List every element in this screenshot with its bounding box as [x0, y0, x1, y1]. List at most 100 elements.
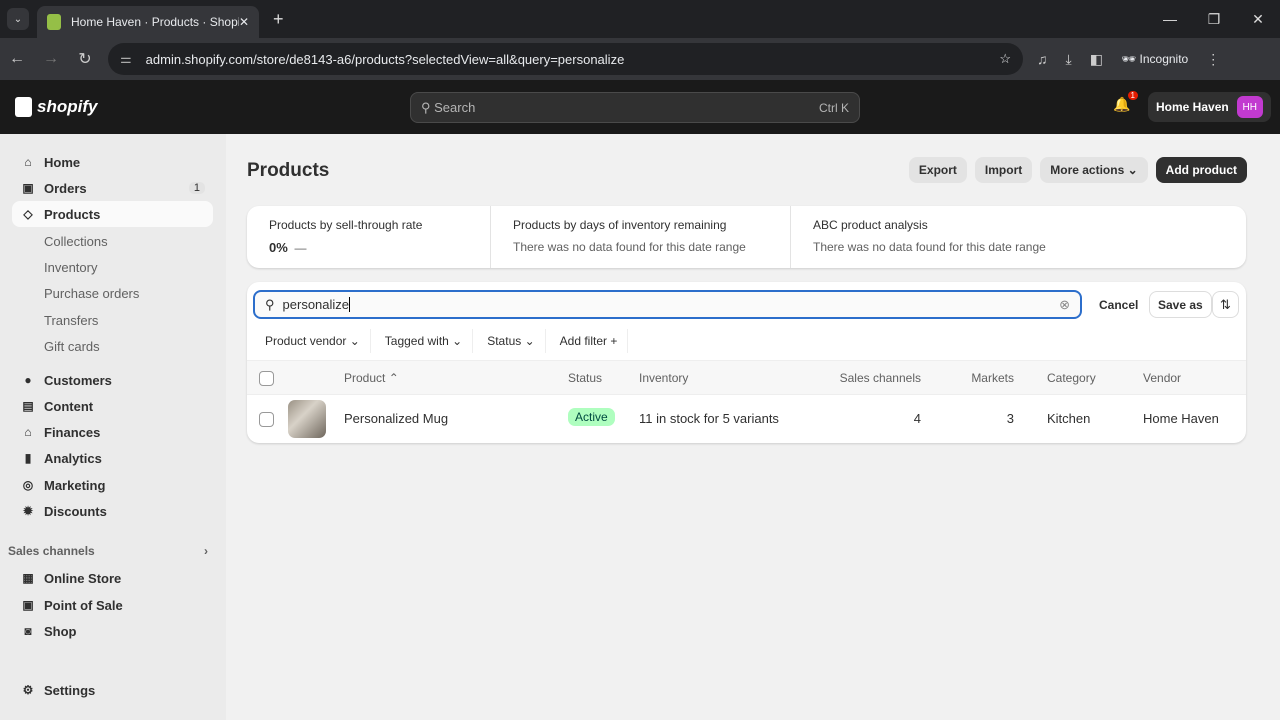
cancel-button[interactable]: Cancel: [1099, 298, 1138, 312]
page-title: Products: [247, 160, 330, 181]
filter-tagged-with[interactable]: Tagged with ⌄: [375, 329, 474, 353]
sidebar-item-marketing[interactable]: ◎ Marketing: [12, 472, 213, 498]
restore-button[interactable]: ❐: [1192, 0, 1236, 38]
close-tab-icon[interactable]: ✕: [239, 15, 249, 29]
metric-sell-through[interactable]: Products by sell-through rate 0% —: [247, 206, 490, 268]
bookmark-star-icon[interactable]: ☆: [999, 51, 1011, 67]
save-as-button[interactable]: Save as: [1149, 291, 1212, 318]
sidebar-item-discounts[interactable]: ✹ Discounts: [12, 498, 213, 524]
product-name-link[interactable]: Personalized Mug: [344, 411, 448, 426]
column-label: Product: [344, 371, 386, 385]
sidebar-label: Products: [44, 206, 101, 222]
incognito-indicator[interactable]: 🕶 Incognito: [1121, 52, 1188, 66]
sidebar-item-online-store[interactable]: ▦ Online Store: [12, 565, 213, 591]
notifications-button[interactable]: 🔔 1: [1113, 91, 1138, 118]
bank-icon: ⌂: [24, 425, 32, 439]
tab-title: Home Haven · Products · Shopify: [71, 15, 239, 29]
sidebar-label: Analytics: [44, 450, 102, 466]
tab-search-button[interactable]: ⌄: [7, 8, 29, 30]
markets-cell: 3: [1006, 411, 1014, 426]
discount-icon: ✹: [22, 504, 34, 518]
add-product-button[interactable]: Add product: [1155, 157, 1247, 183]
sidebar-item-gift-cards[interactable]: Gift cards: [12, 333, 213, 359]
sidebar-item-content[interactable]: ▤ Content: [12, 393, 213, 419]
new-tab-button[interactable]: +: [273, 9, 284, 30]
select-all-checkbox[interactable]: [259, 371, 274, 386]
metric-label: ABC product analysis: [813, 218, 928, 232]
more-actions-button[interactable]: More actions ⌄: [1040, 157, 1148, 183]
sidebar-item-purchase-orders[interactable]: Purchase orders: [12, 280, 213, 306]
sales-channels-header[interactable]: Sales channels ›: [8, 544, 208, 558]
clear-search-icon[interactable]: ⊗: [1059, 297, 1070, 313]
store-menu[interactable]: Home Haven HH: [1148, 92, 1271, 122]
row-checkbox[interactable]: [259, 412, 274, 427]
download-icon[interactable]: ⤓: [1066, 51, 1072, 68]
sidebar-item-transfers[interactable]: Transfers: [12, 307, 213, 333]
reload-button[interactable]: ↻: [68, 49, 102, 69]
sidebar-label: Customers: [44, 372, 112, 388]
sidebar-item-customers[interactable]: ● Customers: [12, 367, 213, 393]
sidebar-item-products[interactable]: ◇ Products: [12, 201, 213, 227]
target-icon: ◎: [22, 478, 34, 492]
filter-status[interactable]: Status ⌄: [477, 329, 546, 353]
bell-icon: 🔔: [1113, 96, 1131, 112]
back-button[interactable]: ←: [0, 50, 34, 68]
sidebar-label: Marketing: [44, 477, 106, 493]
search-query[interactable]: personalize: [283, 297, 351, 312]
side-panel-icon[interactable]: ◧: [1090, 51, 1103, 68]
sidebar: ⌂ Home ▣ Orders 1 ◇ Products Collections Inv…: [0, 134, 226, 720]
browser-menu-icon[interactable]: ⋮: [1206, 51, 1220, 68]
store-name: Home Haven: [1156, 100, 1229, 114]
search-placeholder: Search: [434, 100, 476, 115]
add-filter-button[interactable]: Add filter +: [550, 329, 629, 353]
sidebar-item-shop[interactable]: ◙ Shop: [12, 618, 213, 644]
sidebar-item-inventory[interactable]: Inventory: [12, 254, 213, 280]
sidebar-item-analytics[interactable]: ▮ Analytics: [12, 445, 213, 471]
close-window-button[interactable]: ✕: [1236, 0, 1280, 38]
column-inventory: Inventory: [639, 371, 689, 385]
product-thumbnail: [288, 400, 326, 438]
sidebar-label: Settings: [44, 682, 96, 698]
sidebar-item-point-of-sale[interactable]: ▣ Point of Sale: [12, 592, 213, 618]
url-text[interactable]: admin.shopify.com/store/de8143-a6/produc…: [146, 52, 1000, 67]
sidebar-item-collections[interactable]: Collections: [12, 228, 213, 254]
sidebar-item-settings[interactable]: ⚙ Settings: [12, 677, 213, 703]
chevron-down-icon: ⌄: [1127, 163, 1138, 177]
metric-days-inventory[interactable]: Products by days of inventory remaining T…: [490, 206, 790, 268]
export-button[interactable]: Export: [908, 157, 967, 183]
person-icon: ●: [24, 373, 32, 387]
site-info-icon[interactable]: ⚌: [120, 51, 132, 67]
shopify-logo[interactable]: shopify: [15, 97, 97, 117]
store-icon: ▦: [22, 571, 34, 585]
media-icon[interactable]: ♫: [1037, 51, 1048, 67]
home-icon: ⌂: [24, 155, 32, 169]
forward-button[interactable]: →: [34, 50, 68, 68]
sidebar-label: Point of Sale: [44, 597, 123, 613]
sort-button[interactable]: ⇅: [1212, 291, 1239, 318]
sidebar-label: Content: [44, 398, 94, 414]
metrics-card: Products by sell-through rate 0% — Produc…: [247, 206, 1246, 268]
metric-abc-analysis[interactable]: ABC product analysis There was no data fo…: [790, 206, 1068, 268]
vendor-cell: Home Haven: [1143, 411, 1219, 426]
browser-tab[interactable]: Home Haven · Products · Shopify ✕: [37, 6, 259, 38]
products-list-card: ⚲ personalize ⊗ Cancel Save as ⇅ Product…: [247, 282, 1246, 443]
product-search-input[interactable]: ⚲ personalize ⊗: [253, 290, 1082, 319]
table-row[interactable]: Personalized Mug Active 11 in stock for …: [247, 395, 1246, 443]
inbox-icon: ▣: [22, 181, 34, 195]
tag-icon: ◇: [23, 207, 33, 221]
metric-value: 0%: [269, 240, 288, 255]
sidebar-item-home[interactable]: ⌂ Home: [12, 149, 213, 175]
sidebar-item-orders[interactable]: ▣ Orders 1: [12, 175, 213, 201]
filter-product-vendor[interactable]: Product vendor ⌄: [255, 329, 371, 353]
sidebar-item-finances[interactable]: ⌂ Finances: [12, 419, 213, 445]
url-bar[interactable]: ⚌ admin.shopify.com/store/de8143-a6/prod…: [108, 43, 1023, 75]
gear-icon: ⚙: [22, 683, 34, 697]
import-button[interactable]: Import: [974, 157, 1033, 183]
metric-value: There was no data found for this date ra…: [813, 240, 1046, 254]
column-product[interactable]: Product ⌃: [344, 371, 399, 385]
logo-text: shopify: [37, 97, 98, 116]
minimize-button[interactable]: —: [1148, 0, 1192, 38]
column-status: Status: [568, 371, 603, 385]
sidebar-label: Orders: [44, 180, 87, 196]
global-search[interactable]: ⚲ Search Ctrl K: [410, 92, 860, 123]
